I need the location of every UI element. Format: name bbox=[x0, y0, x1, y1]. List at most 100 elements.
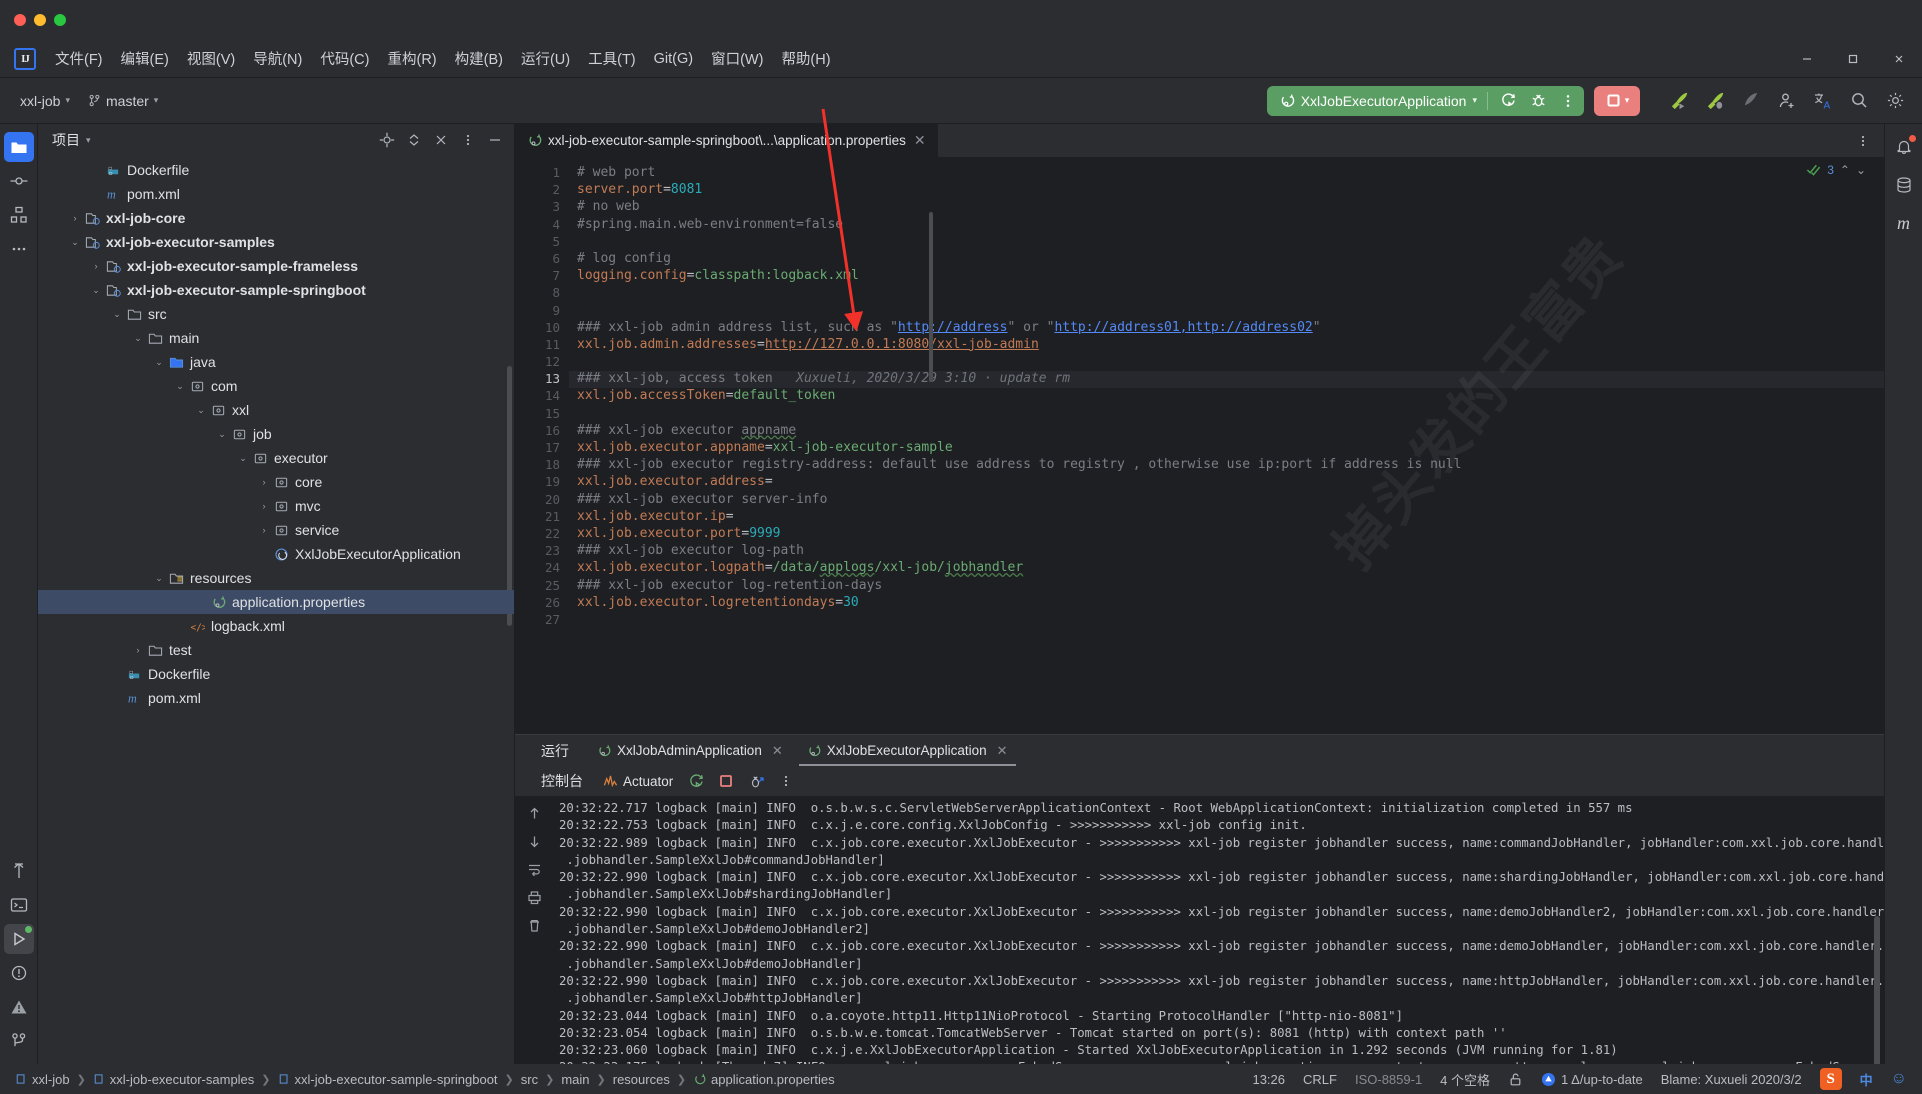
ime-emoji-icon[interactable]: ☺ bbox=[1882, 1067, 1916, 1091]
menu-navigate[interactable]: 导航(N) bbox=[244, 44, 311, 73]
maven-button[interactable]: m bbox=[1889, 208, 1919, 238]
code-line[interactable]: # log config bbox=[569, 251, 1884, 268]
stripe-terminal-button[interactable] bbox=[4, 890, 34, 920]
soft-wrap-icon[interactable] bbox=[521, 856, 547, 882]
close-window-button[interactable] bbox=[14, 14, 26, 26]
tree-item-selected[interactable]: application.properties bbox=[38, 590, 514, 614]
stop-button[interactable]: ▾ bbox=[1594, 86, 1640, 116]
stripe-more-button[interactable] bbox=[4, 234, 34, 264]
stripe-problems-button[interactable] bbox=[4, 958, 34, 988]
tree-item[interactable]: ⌄xxl-job-executor-samples bbox=[38, 230, 514, 254]
caret-position[interactable]: 13:26 bbox=[1243, 1069, 1294, 1090]
editor-viewport[interactable]: 1234567891011121314151617181920212223242… bbox=[515, 158, 1884, 734]
panel-options-icon[interactable] bbox=[455, 127, 481, 153]
stripe-build-button[interactable] bbox=[4, 856, 34, 886]
code-line[interactable]: xxl.job.executor.port=9999 bbox=[569, 526, 1884, 543]
coverage-button[interactable] bbox=[1734, 85, 1768, 117]
breadcrumb-item[interactable]: src bbox=[516, 1070, 543, 1089]
maximize-button[interactable] bbox=[1830, 40, 1876, 78]
hide-panel-icon[interactable] bbox=[482, 127, 508, 153]
code-line[interactable]: ### xxl-job admin address list, such as … bbox=[569, 320, 1884, 337]
code-line[interactable]: server.port=8081 bbox=[569, 182, 1884, 199]
database-button[interactable] bbox=[1889, 170, 1919, 200]
editor-tabs-options-icon[interactable] bbox=[1850, 128, 1876, 154]
run-tab-close-icon[interactable]: ✕ bbox=[993, 743, 1012, 759]
code-line[interactable] bbox=[569, 303, 1884, 320]
branch-selector[interactable]: master ▾ bbox=[80, 89, 166, 113]
run-config-selector[interactable]: XxlJobExecutorApplication ▾ bbox=[1275, 93, 1481, 109]
tree-item[interactable]: ›test bbox=[38, 638, 514, 662]
tree-item[interactable]: XxlJobExecutorApplication bbox=[38, 542, 514, 566]
breadcrumb-item[interactable]: resources bbox=[608, 1070, 675, 1089]
stripe-run-button[interactable] bbox=[4, 924, 34, 954]
rerun-button[interactable] bbox=[1494, 88, 1522, 114]
menu-tools[interactable]: 工具(T) bbox=[579, 44, 645, 73]
code-line[interactable] bbox=[569, 612, 1884, 629]
run-configuration-widget[interactable]: XxlJobExecutorApplication ▾ bbox=[1267, 86, 1584, 116]
actuator-tab[interactable]: Actuator bbox=[597, 771, 679, 792]
expand-collapse-icon[interactable] bbox=[401, 127, 427, 153]
maximize-window-button[interactable] bbox=[54, 14, 66, 26]
line-separator[interactable]: CRLF bbox=[1294, 1069, 1346, 1090]
tree-item[interactable]: ⌄xxl-job-executor-sample-springboot bbox=[38, 278, 514, 302]
console-scrollbar[interactable] bbox=[1874, 916, 1880, 1064]
code-line[interactable]: #spring.main.web-environment=false bbox=[569, 217, 1884, 234]
code-line[interactable]: logging.config=classpath:logback.xml bbox=[569, 268, 1884, 285]
more-run-actions-button[interactable] bbox=[1554, 88, 1582, 114]
menu-run[interactable]: 运行(U) bbox=[512, 44, 579, 73]
console-rerun-button[interactable] bbox=[683, 769, 709, 793]
run-tab-close-icon[interactable]: ✕ bbox=[768, 743, 787, 759]
menu-code[interactable]: 代码(C) bbox=[311, 44, 378, 73]
chevron-down-icon[interactable]: ⌄ bbox=[109, 309, 125, 320]
tree-item[interactable]: DDockerfile bbox=[38, 158, 514, 182]
code-line[interactable]: ### xxl-job executor registry-address: d… bbox=[569, 457, 1884, 474]
chevron-right-icon[interactable]: › bbox=[256, 525, 272, 535]
code-line[interactable]: ### xxl-job executor server-info bbox=[569, 492, 1884, 509]
tree-item[interactable]: mpom.xml bbox=[38, 686, 514, 710]
tree-item[interactable]: ›service bbox=[38, 518, 514, 542]
tree-item[interactable]: DDockerfile bbox=[38, 662, 514, 686]
menu-view[interactable]: 视图(V) bbox=[178, 44, 244, 73]
tree-item[interactable]: ›mvc bbox=[38, 494, 514, 518]
chevron-down-icon[interactable]: ⌄ bbox=[214, 429, 230, 440]
file-encoding[interactable]: ISO-8859-1 bbox=[1346, 1069, 1431, 1090]
tree-item[interactable]: ⌄executor bbox=[38, 446, 514, 470]
add-user-button[interactable] bbox=[1770, 85, 1804, 117]
code-line[interactable]: # no web bbox=[569, 199, 1884, 216]
code-line[interactable]: ### xxl-job executor log-path bbox=[569, 543, 1884, 560]
tree-item[interactable]: ⌄job bbox=[38, 422, 514, 446]
tree-item[interactable]: ›core bbox=[38, 470, 514, 494]
menu-file[interactable]: 文件(F) bbox=[46, 44, 112, 73]
menu-refactor[interactable]: 重构(R) bbox=[378, 44, 445, 73]
clear-all-icon[interactable] bbox=[521, 912, 547, 938]
editor-code-content[interactable]: 掉头发的王富贵 # web portserver.port=8081# no w… bbox=[569, 158, 1884, 734]
tree-item[interactable]: ›xxl-job-core bbox=[38, 206, 514, 230]
console-options-icon[interactable] bbox=[773, 769, 799, 793]
print-icon[interactable] bbox=[521, 884, 547, 910]
search-everywhere-button[interactable] bbox=[1842, 85, 1876, 117]
chevron-right-icon[interactable]: › bbox=[88, 261, 104, 271]
editor-horizontal-scrollbar[interactable] bbox=[929, 212, 933, 382]
settings-gear-button[interactable] bbox=[1878, 85, 1912, 117]
code-line[interactable]: ### xxl-job, access token Xuxueli, 2020/… bbox=[569, 371, 1884, 388]
run-tab-admin[interactable]: XxlJobAdminApplication ✕ bbox=[585, 735, 795, 766]
breadcrumb-item[interactable]: main bbox=[556, 1070, 594, 1089]
chevron-down-icon[interactable]: ⌄ bbox=[193, 405, 209, 416]
menu-window[interactable]: 窗口(W) bbox=[702, 44, 772, 73]
breadcrumb-item[interactable]: application.properties bbox=[688, 1070, 840, 1089]
tree-item[interactable]: ⌄resources bbox=[38, 566, 514, 590]
tree-item[interactable]: ⌄com bbox=[38, 374, 514, 398]
tree-item[interactable]: </>logback.xml bbox=[38, 614, 514, 638]
stripe-project-button[interactable] bbox=[4, 132, 34, 162]
ime-mode[interactable]: 中 bbox=[1851, 1067, 1882, 1092]
close-panel-icon[interactable] bbox=[428, 127, 454, 153]
close-button[interactable] bbox=[1876, 40, 1922, 78]
blame-info[interactable]: Blame: Xuxueli 2020/3/2 bbox=[1652, 1069, 1811, 1090]
stripe-warnings-button[interactable] bbox=[4, 992, 34, 1022]
console-tab-label[interactable]: 控制台 bbox=[541, 771, 583, 791]
console-output[interactable]: 20:32:22.717 logback [main] INFO o.s.b.w… bbox=[553, 796, 1884, 1064]
minimize-button[interactable] bbox=[1784, 40, 1830, 78]
console-attach-debugger-icon[interactable] bbox=[743, 769, 769, 793]
chevron-right-icon[interactable]: › bbox=[67, 213, 83, 223]
chevron-down-icon[interactable]: ⌄ bbox=[172, 381, 188, 392]
